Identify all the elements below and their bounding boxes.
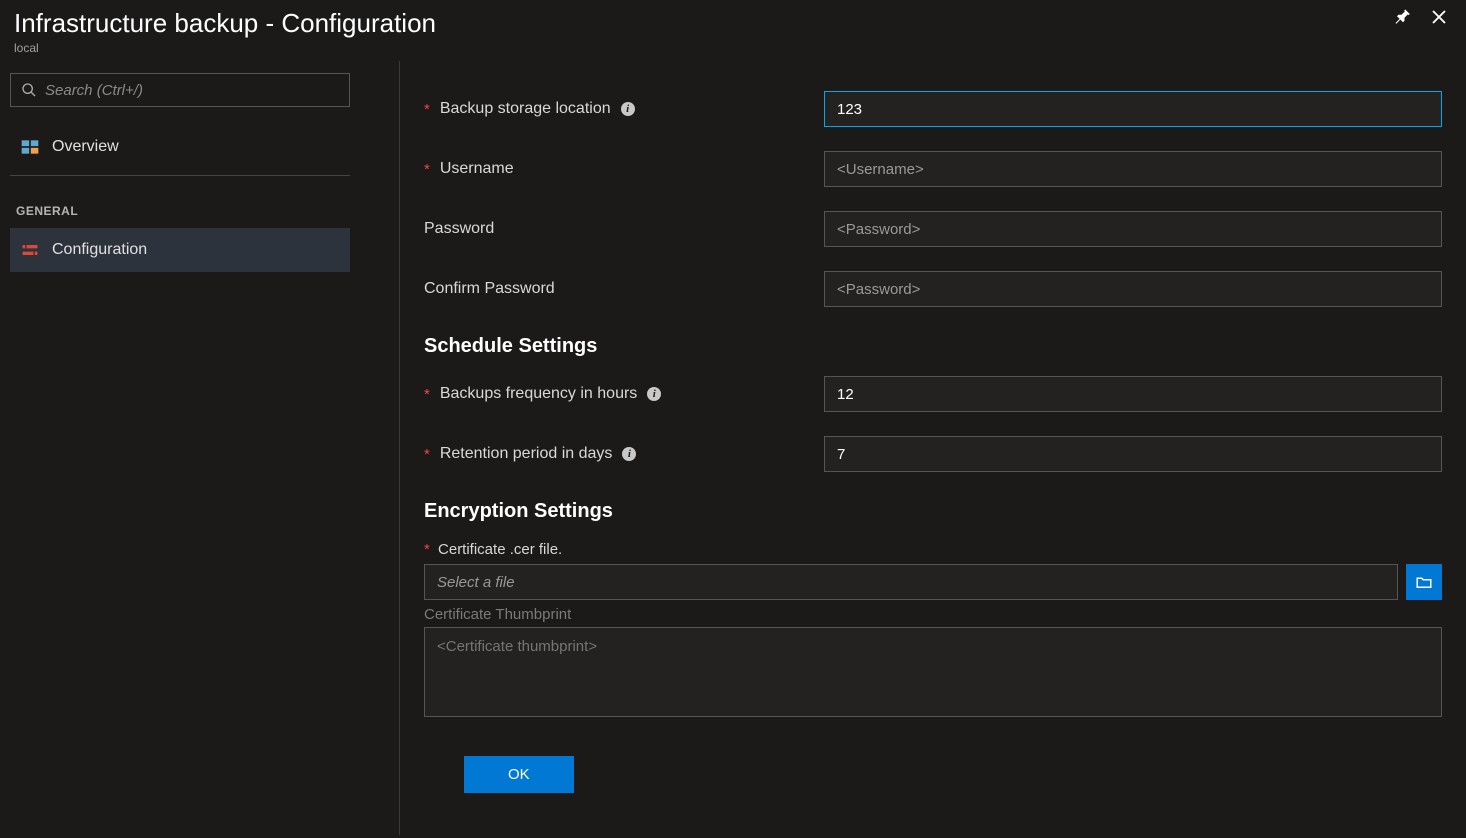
encryption-settings-heading: Encryption Settings xyxy=(424,500,1442,523)
schedule-settings-heading: Schedule Settings xyxy=(424,335,1442,358)
certificate-label: * Certificate .cer file. xyxy=(424,541,1442,558)
search-input[interactable] xyxy=(45,82,339,99)
overview-icon xyxy=(20,137,40,157)
username-input[interactable] xyxy=(824,151,1442,187)
password-label: Password xyxy=(424,220,824,238)
browse-file-button[interactable] xyxy=(1406,564,1442,600)
password-input[interactable] xyxy=(824,211,1442,247)
header-actions xyxy=(1394,8,1448,26)
thumbprint-label: Certificate Thumbprint xyxy=(424,606,1442,623)
sidebar-item-overview[interactable]: Overview xyxy=(10,125,350,176)
pin-icon[interactable] xyxy=(1394,8,1412,26)
required-asterisk: * xyxy=(424,446,430,463)
ok-button[interactable]: OK xyxy=(464,756,574,793)
close-icon[interactable] xyxy=(1430,8,1448,26)
page-subtitle: local xyxy=(14,41,1452,55)
search-box[interactable] xyxy=(10,73,350,107)
confirm-password-input[interactable] xyxy=(824,271,1442,307)
certificate-file-input[interactable] xyxy=(424,564,1398,600)
retention-label: * Retention period in days i xyxy=(424,445,824,463)
blade-header: Infrastructure backup - Configuration lo… xyxy=(0,0,1466,61)
username-label: * Username xyxy=(424,160,824,178)
required-asterisk: * xyxy=(424,386,430,403)
frequency-input[interactable] xyxy=(824,376,1442,412)
required-asterisk: * xyxy=(424,161,430,178)
backup-location-label: * Backup storage location i xyxy=(424,100,824,118)
sidebar-section-general: GENERAL xyxy=(16,204,389,218)
backup-location-input[interactable] xyxy=(824,91,1442,127)
sidebar: Overview GENERAL Configuration xyxy=(0,61,400,835)
sidebar-item-label: Configuration xyxy=(52,241,147,259)
sidebar-item-label: Overview xyxy=(52,138,119,156)
confirm-password-label: Confirm Password xyxy=(424,280,824,298)
main-content: * Backup storage location i * Username P… xyxy=(400,61,1466,835)
frequency-label: * Backups frequency in hours i xyxy=(424,385,824,403)
sidebar-item-configuration[interactable]: Configuration xyxy=(10,228,350,272)
required-asterisk: * xyxy=(424,101,430,118)
search-icon xyxy=(21,82,37,98)
page-title: Infrastructure backup - Configuration xyxy=(14,8,1452,39)
folder-icon xyxy=(1415,573,1433,591)
info-icon[interactable]: i xyxy=(621,102,635,116)
configuration-icon xyxy=(20,240,40,260)
info-icon[interactable]: i xyxy=(647,387,661,401)
thumbprint-textarea[interactable] xyxy=(424,627,1442,717)
required-asterisk: * xyxy=(424,541,430,558)
retention-input[interactable] xyxy=(824,436,1442,472)
info-icon[interactable]: i xyxy=(622,447,636,461)
